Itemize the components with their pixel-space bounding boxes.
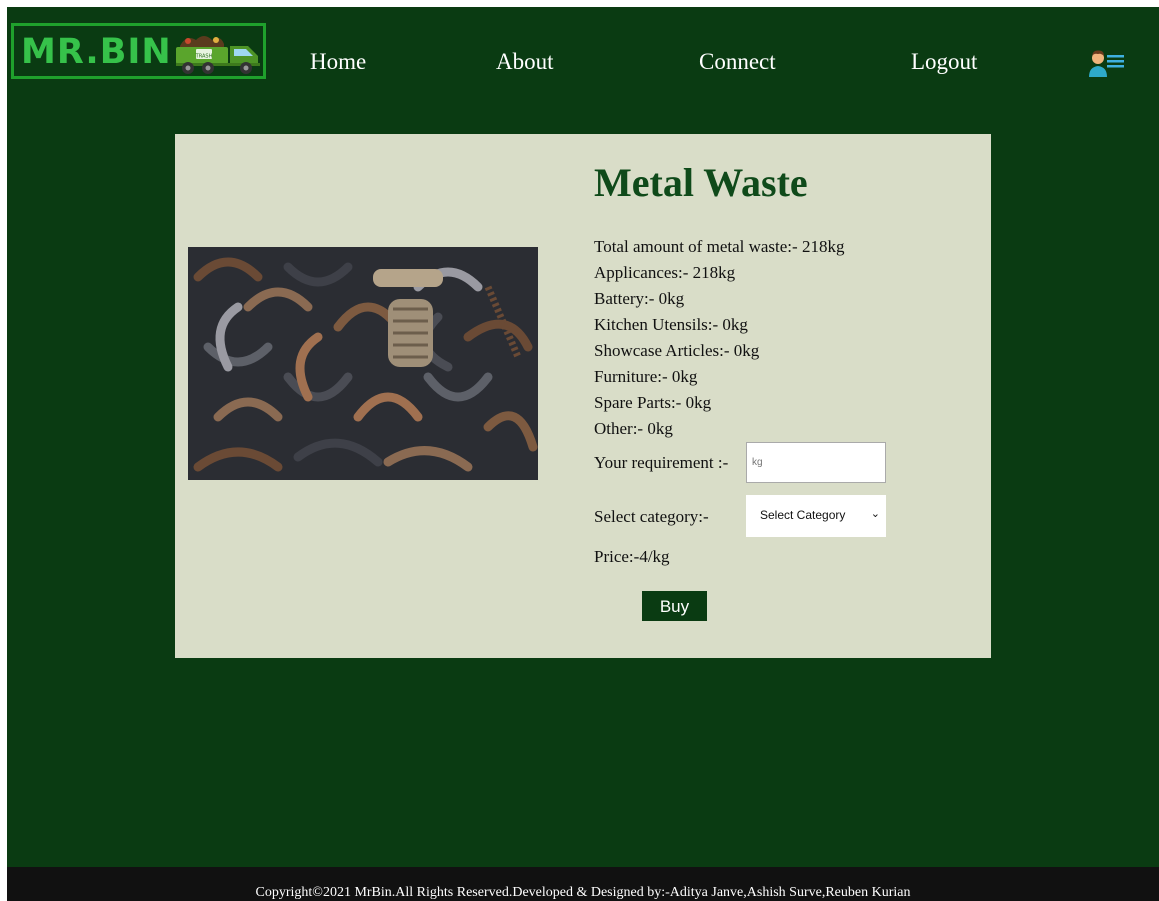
detail-appliances: Applicances:- 218kg <box>594 263 736 282</box>
category-label: Select category:- <box>594 507 709 526</box>
detail-total: Total amount of metal waste:- 218kg <box>594 237 845 256</box>
garbage-truck-icon: TRASH <box>176 36 260 74</box>
nav-connect[interactable]: Connect <box>699 47 776 77</box>
price-text: Price:-4/kg <box>594 547 670 566</box>
detail-other: Other:- 0kg <box>594 419 673 438</box>
detail-kitchen-utensils: Kitchen Utensils:- 0kg <box>594 315 748 334</box>
logo-text: MR.BIN <box>21 32 172 72</box>
detail-spare-parts: Spare Parts:- 0kg <box>594 393 712 412</box>
page: MR.BIN TRASH Home About Connect Logout M… <box>7 7 1159 901</box>
detail-battery: Battery:- 0kg <box>594 289 685 308</box>
detail-showcase-articles: Showcase Articles:- 0kg <box>594 341 760 360</box>
category-selected-value: Select Category <box>760 508 846 522</box>
detail-furniture: Furniture:- 0kg <box>594 367 698 386</box>
requirement-label: Your requirement :- <box>594 453 729 472</box>
footer-copyright: Copyright©2021 MrBin.All Rights Reserved… <box>255 885 911 900</box>
logo[interactable]: MR.BIN TRASH <box>11 23 266 79</box>
user-list-icon[interactable] <box>1086 47 1126 79</box>
nav-about[interactable]: About <box>496 47 554 77</box>
requirement-input[interactable] <box>746 442 886 483</box>
category-select[interactable]: Select Category ⌄ <box>746 495 886 537</box>
metal-scrap-photo <box>188 247 538 480</box>
page-title: Metal Waste <box>594 160 808 205</box>
buy-button[interactable]: Buy <box>642 591 707 621</box>
footer: Copyright©2021 MrBin.All Rights Reserved… <box>7 867 1159 901</box>
chevron-down-icon: ⌄ <box>870 508 880 520</box>
nav-home[interactable]: Home <box>310 47 366 77</box>
nav-logout[interactable]: Logout <box>911 47 977 77</box>
truck-label: TRASH <box>195 54 213 60</box>
product-card: Metal Waste Total amount of metal waste:… <box>175 134 991 658</box>
